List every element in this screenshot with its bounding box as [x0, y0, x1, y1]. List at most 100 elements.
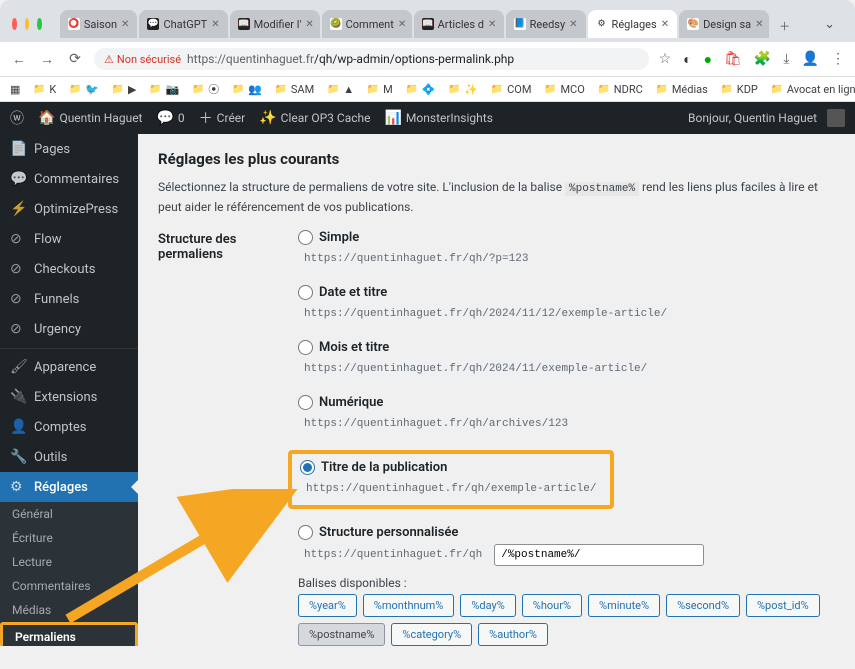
radio-label[interactable]: Mois et titre: [298, 340, 835, 355]
radio-label[interactable]: Numérique: [298, 395, 835, 410]
radio-input[interactable]: [298, 340, 313, 355]
tab-close-icon[interactable]: ✕: [121, 19, 129, 30]
custom-structure-input[interactable]: [494, 544, 704, 566]
download-icon[interactable]: ⤓: [783, 51, 789, 67]
back-button[interactable]: ←: [10, 51, 28, 68]
bookmark-item[interactable]: 📁▲: [326, 82, 354, 96]
url-input[interactable]: ⚠ Non sécurisé https://quentinhaguet.fr/…: [94, 48, 649, 70]
monsterinsights-button[interactable]: 📊MonsterInsights: [384, 110, 492, 126]
submenu-lecture[interactable]: Lecture: [0, 550, 138, 574]
tab-close-icon[interactable]: ✕: [661, 19, 669, 30]
radio-label[interactable]: Structure personnalisée: [298, 525, 835, 540]
browser-tab[interactable]: ⭕Saison✕: [60, 10, 138, 38]
new-tab-button[interactable]: ＋: [771, 14, 798, 38]
tag-button[interactable]: %monthnum%: [363, 594, 455, 617]
submenu-général[interactable]: Général: [0, 502, 138, 526]
bookmark-item[interactable]: 📁NDRC: [597, 82, 643, 96]
apps-icon[interactable]: ▦: [10, 83, 20, 96]
sidebar-item-comptes[interactable]: 👤Comptes: [0, 412, 138, 442]
ext-icon[interactable]: ◐: [683, 51, 691, 68]
bookmark-item[interactable]: 📁COM: [490, 82, 531, 96]
howdy[interactable]: Bonjour, Quentin Haguet: [688, 109, 845, 127]
radio-input[interactable]: [300, 460, 315, 475]
sidebar-item-optimizepress[interactable]: ⚡OptimizePress: [0, 194, 138, 224]
radio-label[interactable]: Date et titre: [298, 285, 835, 300]
tab-close-icon[interactable]: ✕: [398, 19, 406, 30]
star-icon[interactable]: ☆: [659, 51, 672, 67]
sidebar-item-apparence[interactable]: 🖌Apparence: [0, 348, 138, 382]
sidebar-item-checkouts[interactable]: ⊘Checkouts: [0, 254, 138, 284]
ext-icon-2[interactable]: ●: [704, 51, 712, 68]
bookmark-item[interactable]: 📁⦿: [191, 81, 219, 97]
radio-input[interactable]: [298, 395, 313, 410]
tag-button[interactable]: %category%: [391, 623, 472, 646]
bookmark-item[interactable]: 📁▶: [111, 82, 136, 96]
radio-input[interactable]: [298, 525, 313, 540]
tag-button[interactable]: %post_id%: [746, 594, 820, 617]
new-button[interactable]: ＋Créer: [199, 108, 246, 128]
tag-button[interactable]: %year%: [298, 594, 357, 617]
sidebar-item-urgency[interactable]: ⊘Urgency: [0, 314, 138, 344]
bookmark-item[interactable]: 📁👥: [231, 82, 262, 96]
forward-button[interactable]: →: [38, 51, 56, 68]
maximize-window-icon[interactable]: [37, 18, 42, 30]
tab-close-icon[interactable]: ✕: [305, 19, 313, 30]
bookmark-item[interactable]: 📁M: [366, 82, 393, 96]
comments-count[interactable]: 💬0: [156, 110, 184, 126]
bookmark-item[interactable]: 📁Avocat en ligne: [770, 82, 855, 96]
clear-cache-button[interactable]: ✨Clear OP3 Cache: [259, 110, 370, 126]
browser-tab[interactable]: 📘Reedsy✕: [506, 10, 586, 38]
site-name[interactable]: 🏠Quentin Haguet: [38, 110, 142, 126]
tab-close-icon[interactable]: ✕: [211, 19, 219, 30]
submenu-commentaires[interactable]: Commentaires: [0, 574, 138, 598]
bookmark-item[interactable]: 📁🐦: [68, 82, 99, 96]
browser-tab[interactable]: 📖Modifier l'✕: [230, 10, 320, 38]
submenu-permaliens[interactable]: Permaliens: [0, 622, 138, 646]
tab-close-icon[interactable]: ✕: [488, 19, 496, 30]
tag-list: %year% %monthnum%%day% %hour% %minute% %seco…: [298, 594, 835, 646]
sidebar-item-flow[interactable]: ⊘Flow: [0, 224, 138, 254]
bookmark-item[interactable]: 📁Médias: [655, 82, 708, 96]
wp-logo[interactable]: ⓦ: [10, 108, 24, 128]
profile-icon[interactable]: 👤: [802, 51, 819, 67]
menu-icon[interactable]: ⋮: [831, 51, 845, 67]
sidebar-item-outils[interactable]: 🔧Outils: [0, 442, 138, 472]
radio-label[interactable]: Simple: [298, 230, 835, 245]
radio-input[interactable]: [298, 285, 313, 300]
bookmark-item[interactable]: 📁📷: [148, 82, 179, 96]
bookmark-item[interactable]: 📁KDP: [720, 82, 758, 96]
tag-button[interactable]: %minute%: [588, 594, 660, 617]
tab-close-icon[interactable]: ✕: [569, 19, 577, 30]
radio-input[interactable]: [298, 230, 313, 245]
sidebar-item-funnels[interactable]: ⊘Funnels: [0, 284, 138, 314]
sidebar-item-réglages[interactable]: ⚙Réglages: [0, 472, 138, 502]
tag-button[interactable]: %hour%: [522, 594, 582, 617]
sidebar-item-pages[interactable]: 📄Pages: [0, 134, 138, 164]
tab-dropdown-icon[interactable]: ⌄: [816, 13, 843, 36]
browser-tab[interactable]: 🥝Comment✕: [322, 10, 412, 38]
reload-button[interactable]: ⟳: [66, 51, 84, 67]
sidebar-item-extensions[interactable]: 🔌Extensions: [0, 382, 138, 412]
bookmark-item[interactable]: 📁SAM: [274, 82, 314, 96]
tag-button[interactable]: %author%: [478, 623, 548, 646]
browser-tab[interactable]: ⚙Réglages✕: [588, 10, 678, 38]
browser-tab[interactable]: 💬ChatGPT✕: [139, 10, 227, 38]
minimize-window-icon[interactable]: [25, 18, 30, 30]
browser-tab[interactable]: 🎨Design sa✕: [679, 10, 769, 38]
ext-icon-3[interactable]: 🛍: [724, 51, 742, 67]
radio-label[interactable]: Titre de la publication: [300, 460, 602, 475]
sidebar-item-commentaires[interactable]: 💬Commentaires: [0, 164, 138, 194]
tag-button[interactable]: %day%: [460, 594, 515, 617]
close-window-icon[interactable]: [12, 18, 17, 30]
submenu-médias[interactable]: Médias: [0, 598, 138, 622]
submenu-écriture[interactable]: Écriture: [0, 526, 138, 550]
bookmark-item[interactable]: 📁✨: [447, 82, 478, 96]
browser-tab[interactable]: 📖Articles d✕: [414, 10, 504, 38]
tag-button[interactable]: %second%: [666, 594, 740, 617]
bookmark-item[interactable]: 📁💠: [405, 82, 436, 96]
extensions-icon[interactable]: 🧩: [754, 51, 771, 67]
tag-button[interactable]: %postname%: [298, 623, 385, 646]
bookmark-item[interactable]: 📁MCO: [543, 82, 584, 96]
bookmark-item[interactable]: 📁K: [32, 82, 56, 96]
tab-close-icon[interactable]: ✕: [755, 19, 763, 30]
